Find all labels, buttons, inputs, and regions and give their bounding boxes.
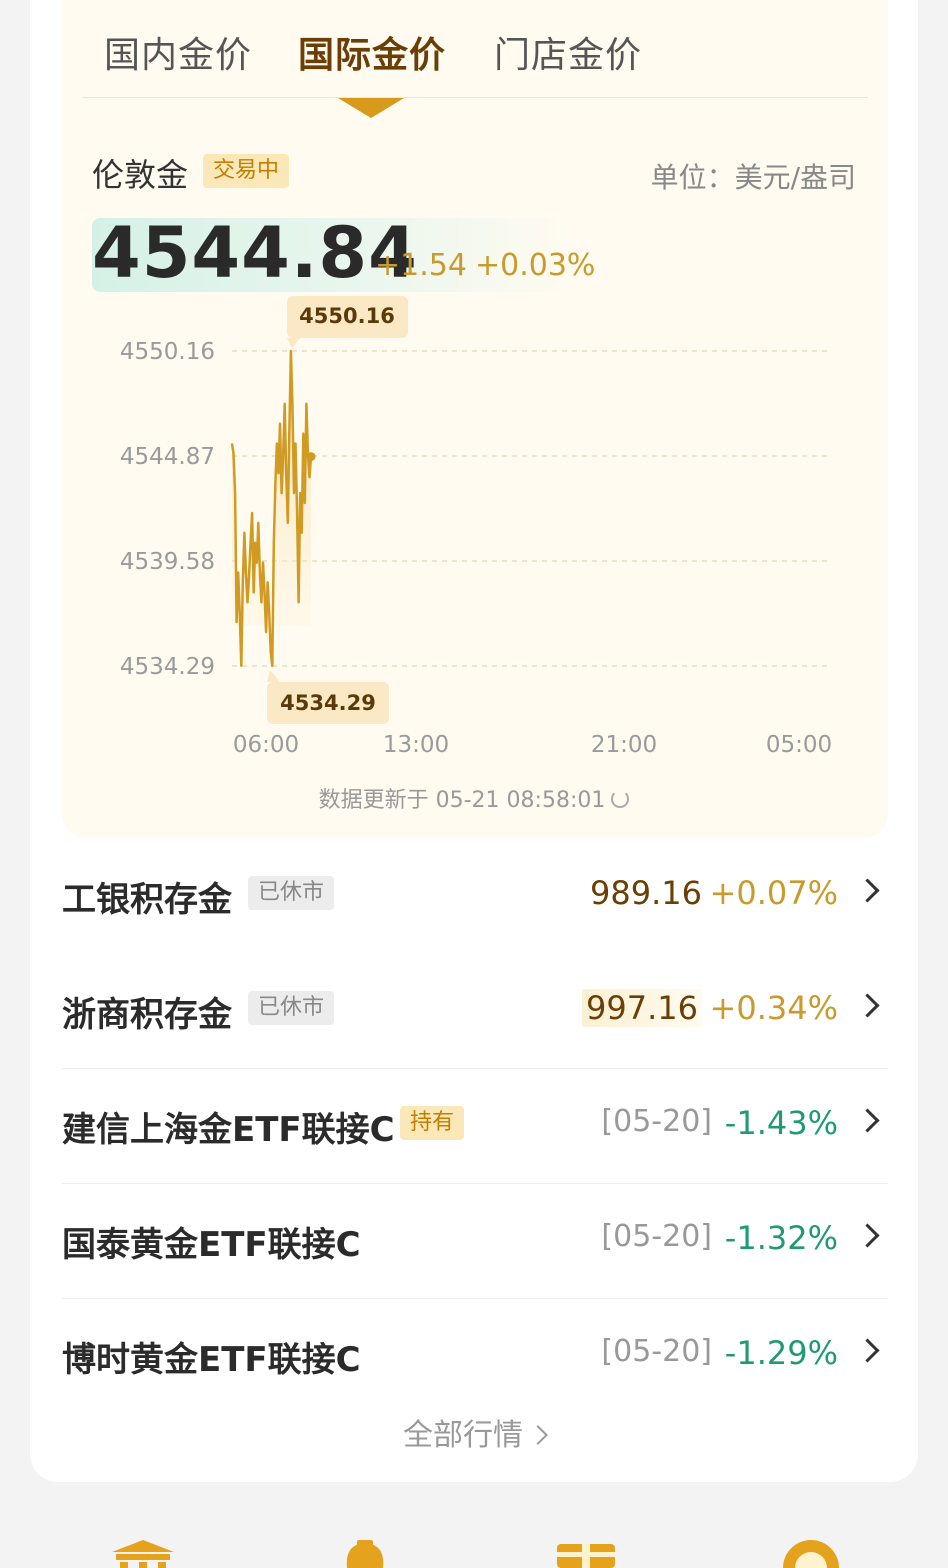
gold-price-chart[interactable]: 4550.16 4544.87 4539.58 4534.29 06:00 13:00 21… — [0, 0, 948, 840]
all-market-link[interactable]: 全部行情 — [0, 1410, 948, 1454]
low-price-callout: 4534.29 — [267, 670, 389, 724]
product-change: +0.34% — [709, 989, 838, 1027]
product-row-icbc-gold[interactable]: 工银积存金 已休市 989.16 +0.07% — [62, 840, 888, 954]
product-name: 国泰黄金ETF联接C — [62, 1225, 361, 1265]
market-closed-badge: 已休市 — [248, 991, 335, 1025]
chevron-right-icon — [855, 1108, 880, 1133]
product-change: -1.43% — [724, 1104, 838, 1142]
chevron-right-icon — [855, 1223, 880, 1248]
product-name: 建信上海金ETF联接C — [62, 1110, 395, 1150]
refresh-icon[interactable] — [611, 790, 630, 808]
product-value: 989.16 — [590, 874, 702, 912]
row-divider — [62, 1298, 888, 1299]
high-price-label: 4550.16 — [299, 304, 395, 328]
gift-box-icon[interactable] — [555, 1538, 617, 1568]
chevron-right-icon — [528, 1425, 548, 1445]
all-market-label: 全部行情 — [403, 1418, 523, 1453]
latest-price-dot — [306, 452, 316, 462]
product-change: +0.07% — [709, 874, 838, 912]
product-change: -1.29% — [724, 1334, 838, 1372]
gold-bag-icon[interactable] — [335, 1538, 395, 1568]
product-name: 博时黄金ETF联接C — [62, 1340, 361, 1380]
data-updated-time[interactable]: 数据更新于 05-21 08:58:01 — [0, 782, 948, 814]
y-tick-label: 4544.87 — [120, 444, 215, 470]
y-tick-label: 4550.16 — [120, 339, 215, 365]
chevron-right-icon — [855, 1338, 880, 1363]
low-price-label: 4534.29 — [280, 691, 376, 715]
market-closed-badge: 已休市 — [248, 876, 335, 910]
x-tick-label: 13:00 — [383, 732, 449, 758]
product-date: [05-20] — [601, 1104, 712, 1139]
product-change: -1.32% — [724, 1219, 838, 1257]
x-tick-label: 06:00 — [233, 732, 299, 758]
product-value: 997.16 — [582, 989, 702, 1027]
chevron-right-icon — [855, 878, 880, 903]
holding-badge: 持有 — [400, 1106, 465, 1140]
product-name: 浙商积存金 — [62, 995, 232, 1035]
row-divider — [62, 1068, 888, 1069]
y-tick-label: 4534.29 — [120, 654, 215, 680]
gold-coin-icon[interactable] — [780, 1538, 842, 1568]
updated-text: 数据更新于 05-21 08:58:01 — [318, 788, 606, 813]
x-tick-label: 05:00 — [766, 732, 832, 758]
x-tick-label: 21:00 — [591, 732, 657, 758]
high-price-callout: 4550.16 — [287, 296, 408, 348]
bank-icon[interactable] — [110, 1538, 176, 1568]
product-row-ccb-etf[interactable]: 建信上海金ETF联接C 持有 [05-20] -1.43% — [62, 1070, 888, 1184]
product-row-bosera-etf[interactable]: 博时黄金ETF联接C [05-20] -1.29% — [62, 1300, 888, 1414]
product-row-guotai-etf[interactable]: 国泰黄金ETF联接C [05-20] -1.32% — [62, 1185, 888, 1299]
product-row-czb-gold[interactable]: 浙商积存金 已休市 997.16 +0.34% — [62, 955, 888, 1069]
row-divider — [62, 1183, 888, 1184]
y-tick-label: 4539.58 — [120, 549, 215, 575]
product-name: 工银积存金 — [62, 880, 232, 920]
chevron-right-icon — [855, 993, 880, 1018]
product-date: [05-20] — [601, 1334, 712, 1369]
product-date: [05-20] — [601, 1219, 712, 1254]
